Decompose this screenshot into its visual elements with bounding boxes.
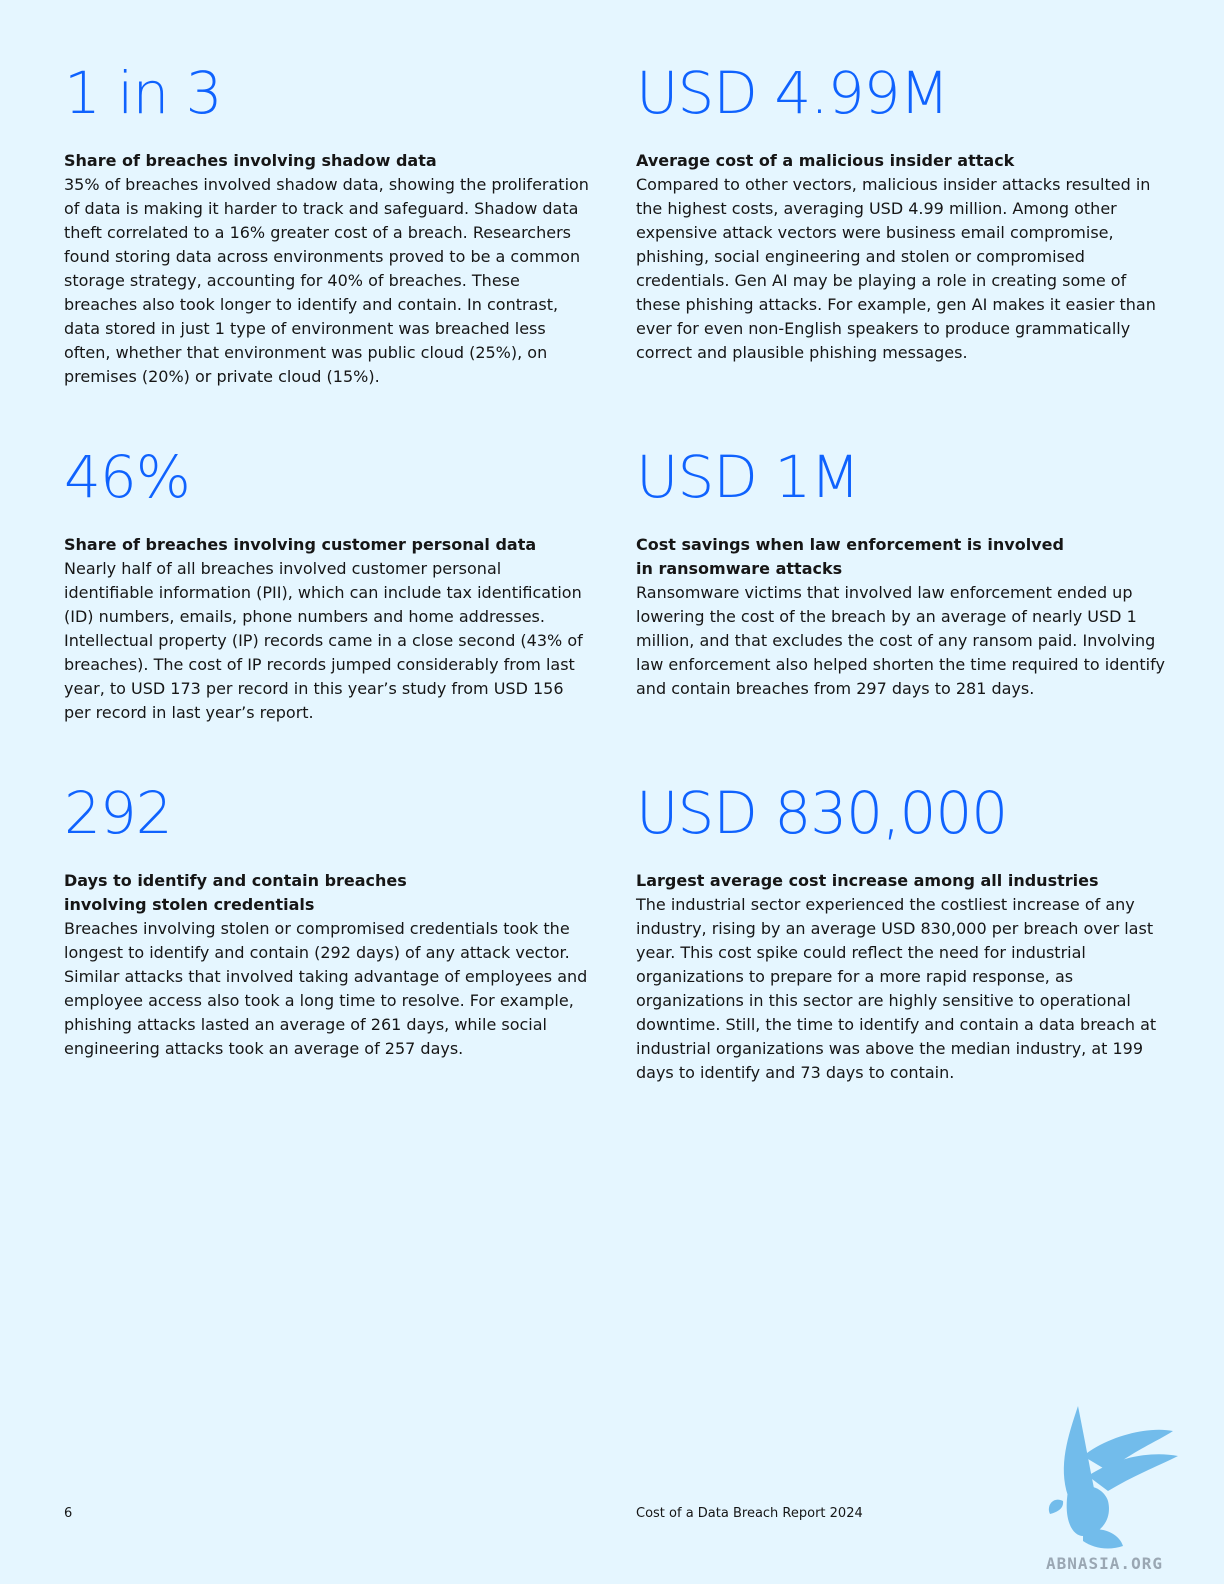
stat-value: USD 4.99M — [636, 59, 950, 127]
stat-heading: Share of breaches involving customer per… — [64, 535, 537, 554]
griffin-logo-icon — [1048, 1406, 1178, 1549]
stat-malicious-insider: USD 4.99M Average cost of a malicious in… — [636, 63, 1166, 365]
stat-value: 1 in 3 — [64, 59, 223, 127]
stat-law-enforcement: USD 1M Cost savings when law enforcement… — [636, 447, 1166, 701]
stat-customer-pii: 46% Share of breaches involving customer… — [64, 447, 594, 725]
stat-description: The industrial sector experienced the co… — [636, 895, 1157, 1082]
stat-value: USD 1M — [636, 443, 860, 511]
stat-description: Ransomware victims that involved law enf… — [636, 583, 1165, 698]
watermark-text: ABNASIA.ORG — [1046, 1554, 1163, 1573]
stat-stolen-credentials: 292 Days to identify and contain breache… — [64, 783, 594, 1061]
stat-industrial-increase: USD 830,000 Largest average cost increas… — [636, 783, 1166, 1085]
stat-heading: Days to identify and contain breaches in… — [64, 871, 407, 914]
stat-description: Compared to other vectors, malicious ins… — [636, 175, 1156, 362]
stat-value: USD 830,000 — [636, 779, 1008, 847]
stat-heading: Largest average cost increase among all … — [636, 871, 1099, 890]
report-title: Cost of a Data Breach Report 2024 — [636, 1506, 863, 1521]
stat-value: 292 — [64, 779, 173, 847]
page-number: 6 — [64, 1506, 73, 1521]
stat-heading: Cost savings when law enforcement is inv… — [636, 535, 1064, 578]
stat-description: Nearly half of all breaches involved cus… — [64, 559, 583, 722]
stat-value: 46% — [64, 443, 191, 511]
stat-description: Breaches involving stolen or compromised… — [64, 919, 588, 1058]
stat-description: 35% of breaches involved shadow data, sh… — [64, 175, 589, 386]
stat-heading: Share of breaches involving shadow data — [64, 151, 437, 170]
stat-heading: Average cost of a malicious insider atta… — [636, 151, 1015, 170]
stat-shadow-data: 1 in 3 Share of breaches involving shado… — [64, 63, 594, 389]
